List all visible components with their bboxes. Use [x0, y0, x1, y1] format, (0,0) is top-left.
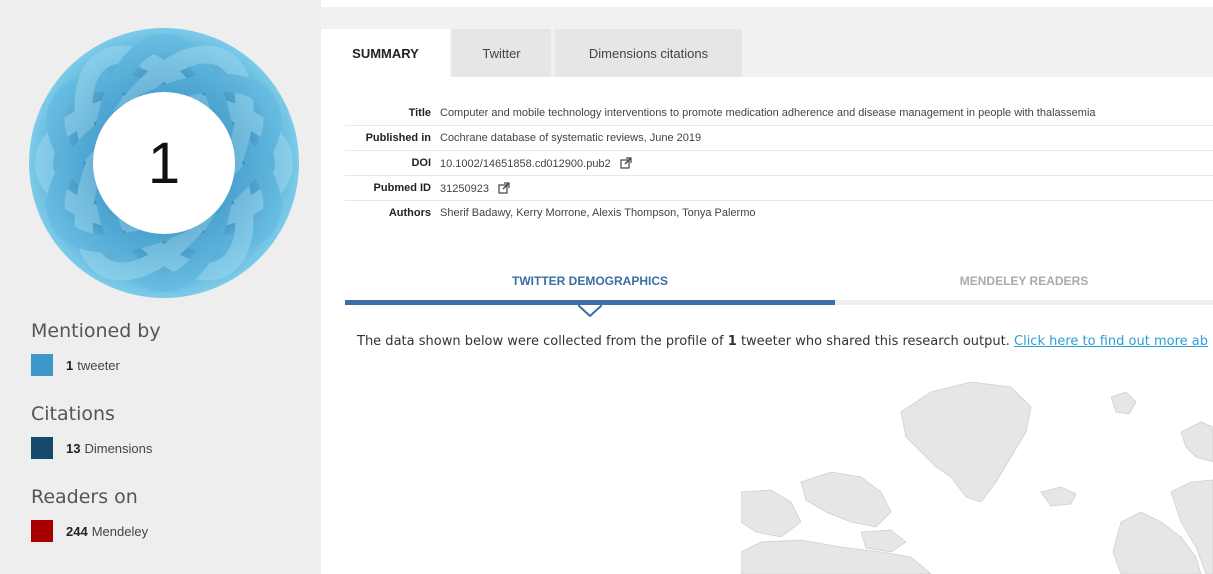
summary-row-pubmed: Pubmed ID 31250923 — [345, 176, 1213, 201]
tab-twitter[interactable]: Twitter — [452, 29, 551, 77]
mendeley-count: 244 — [66, 523, 88, 539]
readers-on-title: Readers on — [31, 486, 138, 508]
dimensions-label: Dimensions — [84, 440, 153, 456]
tab-dimensions-citations[interactable]: Dimensions citations — [555, 29, 742, 77]
note-count: 1 — [727, 334, 737, 349]
dimensions-count: 13 — [66, 440, 81, 456]
authors-key: Authors — [388, 207, 431, 219]
mendeley-swatch — [31, 520, 53, 542]
main-panel: SUMMARY Twitter Dimensions citations Tit… — [321, 0, 1213, 574]
twitter-swatch — [31, 354, 53, 376]
title-value: Computer and mobile technology intervent… — [440, 107, 1096, 119]
readers-mendeley-row[interactable]: 244 Mendeley — [31, 520, 148, 542]
external-link-icon[interactable] — [620, 156, 632, 169]
tab-summary[interactable]: SUMMARY — [321, 29, 450, 77]
published-value: Cochrane database of systematic reviews,… — [440, 132, 702, 144]
dimensions-swatch — [31, 437, 53, 459]
authors-value: Sherif Badawy, Kerry Morrone, Alexis Tho… — [440, 207, 756, 219]
summary-row-doi: DOI 10.1002/14651858.cd012900.pub2 — [345, 151, 1213, 176]
citations-dimensions-row[interactable]: 13 Dimensions — [31, 437, 152, 459]
tab-bar: SUMMARY Twitter Dimensions citations — [321, 7, 1213, 77]
summary-row-title: Title Computer and mobile technology int… — [345, 101, 1213, 126]
find-out-more-link[interactable]: Click here to find out more ab — [1014, 334, 1208, 349]
subtab-twitter-demographics[interactable]: TWITTER DEMOGRAPHICS — [345, 262, 835, 300]
subtab-mendeley-readers[interactable]: MENDELEY READERS — [835, 262, 1213, 300]
data-source-note: The data shown below were collected from… — [357, 334, 1208, 349]
published-key: Published in — [365, 132, 431, 144]
demographics-subtabs: TWITTER DEMOGRAPHICS MENDELEY READERS — [345, 262, 1213, 317]
doi-value-wrap: 10.1002/14651858.cd012900.pub2 — [431, 156, 632, 170]
summary-table: Title Computer and mobile technology int… — [345, 101, 1213, 225]
doi-key: DOI — [411, 157, 431, 169]
summary-row-published: Published in Cochrane database of system… — [345, 126, 1213, 151]
world-map — [741, 381, 1213, 574]
summary-row-authors: Authors Sherif Badawy, Kerry Morrone, Al… — [345, 201, 1213, 225]
title-key: Title — [408, 107, 431, 119]
tweeter-count: 1 — [66, 357, 74, 373]
pubmed-key: Pubmed ID — [373, 182, 431, 194]
external-link-icon[interactable] — [498, 181, 510, 194]
note-prefix: The data shown below were collected from… — [357, 334, 728, 349]
mendeley-label: Mendeley — [91, 523, 149, 539]
pubmed-link[interactable]: 31250923 — [440, 183, 489, 195]
tweeter-label: tweeter — [77, 357, 120, 373]
active-caret-icon — [578, 305, 602, 317]
pubmed-value-wrap: 31250923 — [431, 181, 510, 195]
note-suffix: tweeter who shared this research output. — [736, 334, 1014, 349]
attention-sidebar: 1 Mentioned by 1 tweeter Citations 13 Di… — [0, 0, 321, 574]
doi-link[interactable]: 10.1002/14651858.cd012900.pub2 — [440, 158, 611, 170]
attention-donut[interactable]: 1 — [28, 27, 300, 299]
citations-title: Citations — [31, 403, 115, 425]
attention-score: 1 — [147, 130, 181, 196]
mention-tweeter-row[interactable]: 1 tweeter — [31, 354, 120, 376]
mentioned-by-title: Mentioned by — [31, 320, 161, 342]
inactive-subtab-indicator — [835, 300, 1213, 305]
